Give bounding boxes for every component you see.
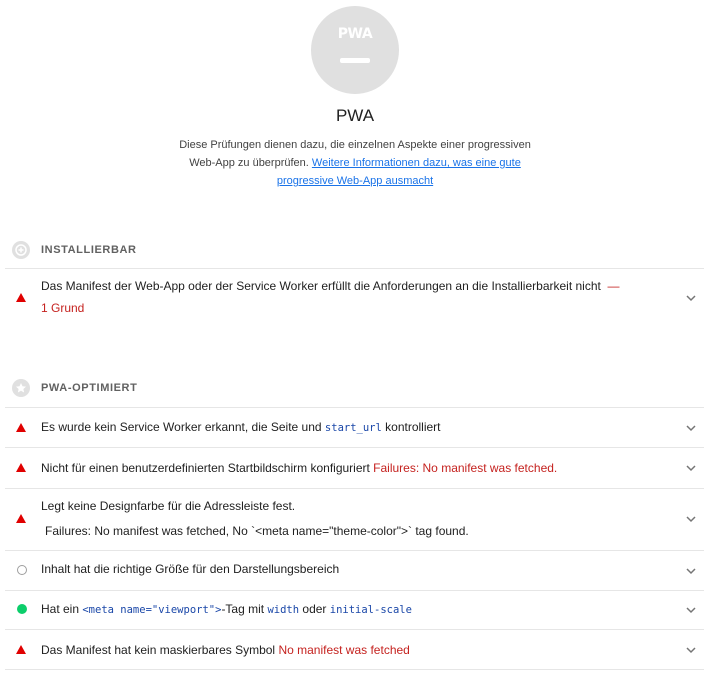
- audit-row-splash-screen[interactable]: Nicht für einen benutzerdefinierten Star…: [5, 447, 704, 488]
- audit-row-installable-manifest[interactable]: Das Manifest der Web-App oder der Servic…: [5, 268, 704, 327]
- group-header-optimized: PWA-OPTIMIERT: [12, 378, 137, 398]
- chevron-down-icon[interactable]: [686, 464, 696, 472]
- star-icon: [12, 379, 30, 397]
- chevron-down-icon[interactable]: [686, 646, 696, 654]
- code-initial-scale: initial-scale: [329, 604, 412, 616]
- group-header-installable: INSTALLIERBAR: [12, 240, 137, 260]
- audit-detail: Failures: No manifest was fetched, No `<…: [45, 524, 469, 538]
- audit-title: Legt keine Designfarbe für die Adresslei…: [41, 499, 296, 513]
- plus-circle-icon: [12, 241, 30, 259]
- group-title-optimized: PWA-OPTIMIERT: [41, 382, 138, 394]
- code-meta-viewport: <meta name="viewport">: [82, 604, 222, 616]
- manual-circle-icon: [17, 565, 27, 575]
- audit-row-maskable-icon[interactable]: Das Manifest hat kein maskierbares Symbo…: [5, 629, 704, 670]
- audit-title: Es wurde kein Service Worker erkannt, di…: [41, 420, 441, 434]
- audit-row-viewport[interactable]: Hat ein <meta name="viewport">-Tag mit w…: [5, 590, 704, 629]
- audit-title: Nicht für einen benutzerdefinierten Star…: [41, 461, 558, 475]
- chevron-down-icon[interactable]: [686, 567, 696, 575]
- pass-circle-icon: [17, 604, 27, 614]
- audit-title: Das Manifest hat kein maskierbares Symbo…: [41, 643, 410, 657]
- audit-row-theme-color[interactable]: Legt keine Designfarbe für die Adresslei…: [5, 488, 704, 550]
- pwa-badge-gauge: PWA: [311, 6, 399, 94]
- chevron-down-icon[interactable]: [686, 424, 696, 432]
- fail-triangle-icon: [16, 514, 26, 523]
- pwa-logo: PWA: [337, 26, 373, 42]
- chevron-down-icon[interactable]: [686, 294, 696, 302]
- category-description: Diese Prüfungen dienen dazu, die einzeln…: [170, 136, 540, 190]
- fail-triangle-icon: [16, 463, 26, 472]
- audit-detail: No manifest was fetched: [278, 643, 410, 657]
- audit-dash: —: [607, 279, 620, 293]
- score-dash-icon: [340, 58, 370, 63]
- fail-triangle-icon: [16, 423, 26, 432]
- chevron-down-icon[interactable]: [686, 515, 696, 523]
- audit-detail: Failures: No manifest was fetched.: [373, 461, 558, 475]
- fail-triangle-icon: [16, 293, 26, 302]
- group-title-installable: INSTALLIERBAR: [41, 244, 137, 256]
- category-title: PWA: [335, 106, 375, 125]
- audit-title: Das Manifest der Web-App oder der Servic…: [41, 279, 620, 315]
- fail-triangle-icon: [16, 645, 26, 654]
- audit-row-service-worker[interactable]: Es wurde kein Service Worker erkannt, di…: [5, 407, 704, 447]
- chevron-down-icon[interactable]: [686, 606, 696, 614]
- code-width: width: [267, 604, 300, 616]
- code-start-url: start_url: [324, 422, 382, 434]
- learn-more-link[interactable]: Weitere Informationen dazu, was eine gut…: [277, 157, 521, 187]
- audit-title: Hat ein <meta name="viewport">-Tag mit w…: [41, 602, 412, 616]
- audit-row-content-width[interactable]: Inhalt hat die richtige Größe für den Da…: [5, 550, 704, 590]
- audit-detail: 1 Grund: [41, 301, 85, 315]
- audit-title: Inhalt hat die richtige Größe für den Da…: [41, 562, 340, 576]
